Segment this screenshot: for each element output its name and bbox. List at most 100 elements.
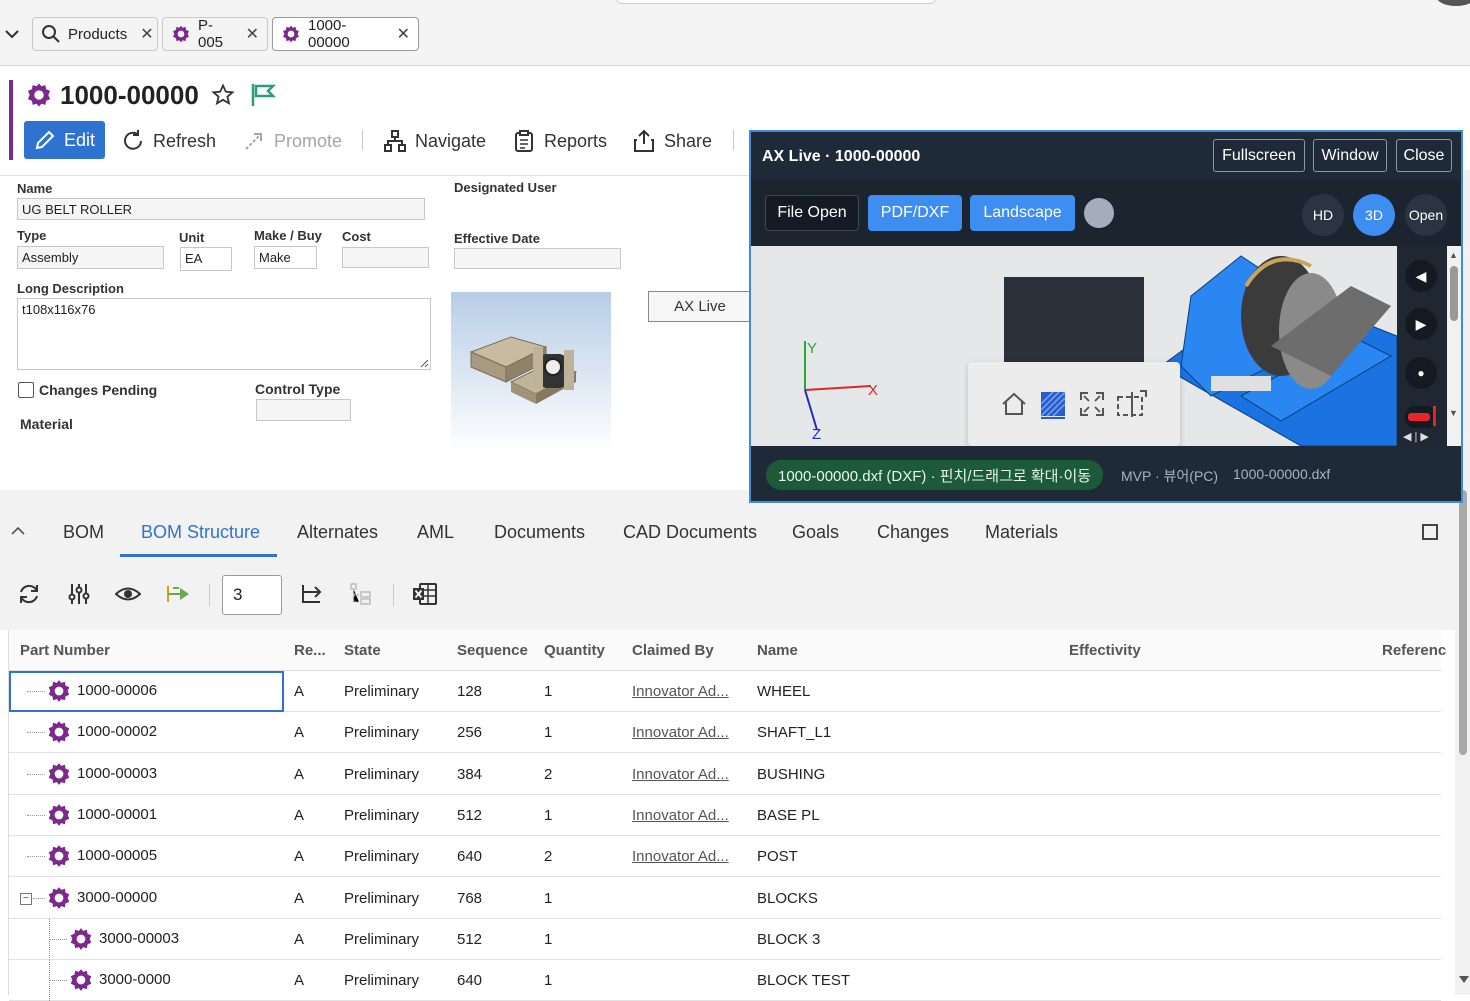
cell-claimed-by[interactable]: Innovator Ad... xyxy=(632,683,729,700)
cost-field[interactable] xyxy=(342,247,429,268)
hd-button[interactable]: HD xyxy=(1302,194,1344,236)
cell-part-number[interactable]: 3000-0000 xyxy=(99,971,171,988)
section-view-icon[interactable] xyxy=(1116,389,1148,419)
star-icon[interactable] xyxy=(211,83,235,107)
close-icon[interactable]: ✕ xyxy=(246,24,259,44)
chevron-up-icon[interactable] xyxy=(11,526,25,536)
name-field[interactable]: UG BELT ROLLER xyxy=(17,198,425,220)
landscape-button[interactable]: Landscape xyxy=(970,195,1075,231)
chevron-down-icon[interactable] xyxy=(4,26,20,42)
share-button[interactable]: Share xyxy=(632,124,712,158)
cell-part-number[interactable]: 1000-00003 xyxy=(77,765,157,782)
long-description-field[interactable]: t108x116x76 xyxy=(17,298,431,370)
cell-part-number[interactable]: 1000-00001 xyxy=(77,806,157,823)
sliders-icon[interactable] xyxy=(67,582,91,606)
prev-icon[interactable]: ◀ xyxy=(1405,260,1437,292)
page-scrollbar-thumb[interactable] xyxy=(1459,490,1467,755)
cell-claimed-by[interactable]: Innovator Ad... xyxy=(632,807,729,824)
3d-viewport[interactable]: Y X Z xyxy=(751,246,1397,446)
file-open-button[interactable]: File Open xyxy=(765,195,859,231)
address-bar[interactable] xyxy=(616,0,936,4)
record-toggle[interactable] xyxy=(1405,406,1437,428)
cell-part-number[interactable]: 3000-00000 xyxy=(77,889,157,906)
column-header-part-number[interactable]: Part Number xyxy=(20,642,110,659)
fit-view-icon[interactable] xyxy=(1078,390,1106,418)
tab-cad-documents[interactable]: CAD Documents xyxy=(623,522,757,543)
make-buy-field[interactable]: Make xyxy=(254,246,317,269)
tab-bom[interactable]: BOM xyxy=(63,522,104,543)
viewer-scrollbar-thumb[interactable] xyxy=(1450,266,1458,321)
flag-icon[interactable] xyxy=(250,82,276,108)
tab-materials[interactable]: Materials xyxy=(985,522,1058,543)
resize-handle-icon[interactable]: ◀ | ▶ xyxy=(1403,430,1429,443)
status-dot[interactable] xyxy=(1084,198,1114,228)
maximize-icon[interactable] xyxy=(1422,524,1438,540)
scroll-up-icon[interactable]: ▲ xyxy=(1449,250,1458,260)
ax-live-button[interactable]: AX Live xyxy=(648,291,752,322)
refresh-icon[interactable] xyxy=(17,582,41,606)
cell-part-number[interactable]: 3000-00003 xyxy=(99,930,179,947)
changes-pending-checkbox[interactable] xyxy=(18,382,34,398)
column-header-state[interactable]: State xyxy=(344,642,381,659)
close-icon[interactable]: ✕ xyxy=(140,24,153,44)
tab-aml[interactable]: AML xyxy=(417,522,454,543)
tab-changes[interactable]: Changes xyxy=(877,522,949,543)
3d-button[interactable]: 3D xyxy=(1353,194,1395,236)
resize-handle-icon[interactable] xyxy=(419,358,429,368)
eye-icon[interactable] xyxy=(115,582,141,606)
reports-button[interactable]: Reports xyxy=(512,124,607,158)
cell-part-number[interactable]: 1000-00002 xyxy=(77,723,157,740)
cell-claimed-by[interactable]: Innovator Ad... xyxy=(632,724,729,741)
column-header-revision[interactable]: Re... xyxy=(294,642,326,659)
levels-input[interactable]: 3 xyxy=(222,575,282,615)
window-button[interactable]: Window xyxy=(1313,139,1387,172)
next-icon[interactable]: ▶ xyxy=(1405,308,1437,340)
pdf-dxf-button[interactable]: PDF/DXF xyxy=(868,195,962,231)
avatar[interactable] xyxy=(1436,0,1470,6)
home-icon[interactable] xyxy=(1000,390,1028,418)
tab-bom-structure[interactable]: BOM Structure xyxy=(141,522,260,543)
table-row[interactable]: 1000-00003 A Preliminary 384 2 Innovator Ad..… xyxy=(9,754,1441,795)
type-field[interactable]: Assembly xyxy=(17,246,164,269)
tab-p-005[interactable]: P-005 ✕ xyxy=(162,17,268,51)
column-header-sequence[interactable]: Sequence xyxy=(457,642,528,659)
close-button[interactable]: Close xyxy=(1396,139,1452,172)
shaded-view-icon[interactable] xyxy=(1038,389,1068,419)
column-header-effectivity[interactable]: Effectivity xyxy=(1069,642,1141,659)
edit-button[interactable]: Edit xyxy=(24,121,105,159)
part-thumbnail[interactable] xyxy=(451,292,611,452)
cell-part-number[interactable]: 1000-00005 xyxy=(77,847,157,864)
cell-claimed-by[interactable]: Innovator Ad... xyxy=(632,766,729,783)
column-header-claimed-by[interactable]: Claimed By xyxy=(632,642,714,659)
column-header-reference[interactable]: Referenc xyxy=(1382,642,1446,659)
flow-arrow-icon[interactable] xyxy=(165,582,191,606)
column-header-quantity[interactable]: Quantity xyxy=(544,642,605,659)
excel-export-icon[interactable] xyxy=(412,582,438,606)
column-header-name[interactable]: Name xyxy=(757,642,798,659)
dot-icon[interactable]: ● xyxy=(1405,357,1437,389)
table-row[interactable]: 1000-00005 A Preliminary 640 2 Innovator Ad..… xyxy=(9,836,1441,878)
indent-arrow-icon[interactable] xyxy=(299,582,325,606)
navigate-button[interactable]: Navigate xyxy=(383,124,486,158)
refresh-button[interactable]: Refresh xyxy=(121,124,216,158)
control-type-field[interactable] xyxy=(256,399,351,421)
tab-alternates[interactable]: Alternates xyxy=(297,522,378,543)
tree-expand-icon[interactable] xyxy=(349,582,373,606)
table-row[interactable]: 3000-00003 A Preliminary 512 1 BLOCK 3 xyxy=(9,918,1441,960)
table-row[interactable]: 1000-00002 A Preliminary 256 1 Innovator Ad..… xyxy=(9,712,1441,754)
collapse-icon[interactable]: − xyxy=(20,892,32,905)
open-button[interactable]: Open xyxy=(1405,194,1447,236)
tab-products[interactable]: Products ✕ xyxy=(32,17,158,51)
viewer-scrollbar[interactable]: ▲ ▼ xyxy=(1447,246,1461,446)
tab-goals[interactable]: Goals xyxy=(792,522,839,543)
effective-date-field[interactable] xyxy=(454,248,621,269)
cell-claimed-by[interactable]: Innovator Ad... xyxy=(632,848,729,865)
tab-documents[interactable]: Documents xyxy=(494,522,585,543)
unit-field[interactable]: EA xyxy=(180,247,232,271)
scroll-down-icon[interactable] xyxy=(1459,976,1469,984)
table-row[interactable]: 1000-00001 A Preliminary 512 1 Innovator Ad..… xyxy=(9,795,1441,836)
cell-part-number[interactable]: 1000-00006 xyxy=(77,682,157,699)
promote-button[interactable]: Promote xyxy=(242,124,342,158)
close-icon[interactable]: ✕ xyxy=(397,24,410,44)
tab-1000-00000[interactable]: 1000-00000 ✕ xyxy=(272,17,419,51)
